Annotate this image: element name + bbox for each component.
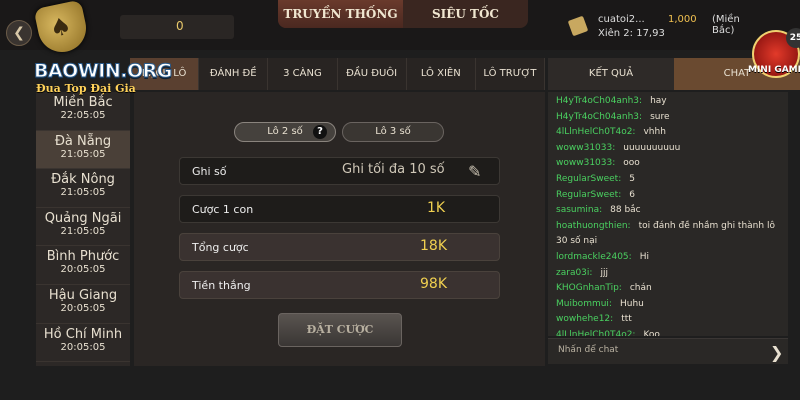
chat-text: sure bbox=[650, 111, 670, 122]
region-sidebar: Miền Bắc 22:05:05 Đà Nẵng 21:05:05 Đắk Nôn… bbox=[36, 92, 130, 366]
chat-input[interactable]: Nhấn để chat ❯ bbox=[548, 338, 788, 364]
chat-message: zara03i: jjj bbox=[556, 266, 780, 282]
chat-message: woww31033: uuuuuuuuuu bbox=[556, 141, 780, 157]
region-item[interactable]: Đắk Nông 21:05:05 bbox=[36, 169, 130, 208]
account-info: cuatoi2... 1,000 (Miền Bắc) Xiên 2: 17,9… bbox=[566, 12, 746, 42]
mode-tabs: TRUYỀN THỐNG SIÊU TỐC bbox=[278, 0, 528, 28]
chat-message: Muibommui: Huhu bbox=[556, 297, 780, 313]
chat-text: vhhh bbox=[643, 127, 666, 138]
game-tabs: BẠCH LÔ ĐÁNH ĐỀ 3 CÀNG ĐẦU ĐUÔI LÔ XIÊN … bbox=[130, 58, 546, 90]
chat-text: Hi bbox=[639, 251, 649, 262]
region-item[interactable]: Quảng Ngãi 21:05:05 bbox=[36, 208, 130, 247]
chat-message: KHOGnhanTip: chán bbox=[556, 281, 780, 297]
chat-text: jjj bbox=[600, 267, 608, 278]
account-xien: Xiên 2: 17,93 bbox=[598, 28, 665, 39]
chat-message: woww31033: ooo bbox=[556, 156, 780, 172]
logo-shield-icon: ♠ bbox=[33, 0, 91, 57]
chat-text: ooo bbox=[623, 158, 640, 169]
chat-username: H4yTr4oCh04anh3: bbox=[556, 96, 643, 106]
chat-text: 5 bbox=[629, 173, 635, 184]
tab-lo-xien[interactable]: LÔ XIÊN bbox=[407, 58, 476, 90]
logo-tagline: Đua Top Đại Gia bbox=[36, 82, 136, 95]
chat-username: RegularSweet: bbox=[556, 173, 622, 184]
chat-message: H4yTr4oCh04anh3: sure bbox=[556, 110, 780, 126]
region-item[interactable]: Hậu Giang 20:05:05 bbox=[36, 285, 130, 324]
bottom-bar bbox=[0, 366, 800, 400]
chat-username: 4lLlnHelCh0T4o2: bbox=[556, 329, 636, 336]
chat-username: KHOGnhanTip: bbox=[556, 283, 622, 294]
chat-log[interactable]: H4yTr4oCh04anh3: hay H4yTr4oCh04anh3: sure 4… bbox=[548, 92, 788, 336]
chat-message: H4yTr4oCh04anh3: hay bbox=[556, 94, 780, 110]
chat-text: chán bbox=[629, 283, 652, 294]
chat-username: lordmackle2405: bbox=[556, 251, 632, 262]
minigame-badge: 25 bbox=[786, 28, 800, 48]
chat-message: sasumina: 88 bắc bbox=[556, 203, 780, 219]
chat-message: wowhehe12: ttt bbox=[556, 312, 780, 328]
place-bet-button[interactable]: ĐẶT CƯỢC bbox=[278, 313, 402, 347]
chat-message: lordmackle2405: Hi bbox=[556, 250, 780, 266]
chat-text: Koo bbox=[643, 329, 660, 336]
chat-text: Huhu bbox=[619, 298, 644, 309]
tab-sieu-toc[interactable]: SIÊU TỐC bbox=[403, 0, 528, 28]
region-item[interactable]: Đà Nẵng 21:05:05 bbox=[36, 130, 130, 170]
account-region: (Miền Bắc) bbox=[712, 14, 740, 36]
chat-username: zara03i: bbox=[556, 267, 593, 278]
chat-username: H4yTr4oCh04anh3: bbox=[556, 111, 643, 122]
send-icon[interactable]: ❯ bbox=[770, 343, 783, 362]
chat-text: 88 bắc bbox=[610, 205, 641, 216]
brand-logo: ♠ BAOWIN.ORG Đua Top Đại Gia bbox=[34, 0, 173, 95]
tab-truyen-thong[interactable]: TRUYỀN THỐNG bbox=[278, 0, 403, 28]
chat-message: RegularSweet: 5 bbox=[556, 172, 780, 188]
tab-ket-qua[interactable]: KẾT QUẢ bbox=[548, 58, 674, 90]
help-icon[interactable]: ? bbox=[313, 125, 327, 139]
account-username: cuatoi2... bbox=[598, 14, 645, 25]
lo-3-so-button[interactable]: Lô 3 số bbox=[342, 122, 444, 142]
chat-text: uuuuuuuuuu bbox=[623, 142, 681, 153]
ticket-icon bbox=[567, 15, 589, 37]
chat-message: RegularSweet: 6 bbox=[556, 188, 780, 204]
tab-dau-duoi[interactable]: ĐẦU ĐUÔI bbox=[338, 58, 407, 90]
minigame-label: MINI GAME bbox=[748, 65, 800, 75]
chat-username: wowhehe12: bbox=[556, 314, 614, 325]
back-button[interactable]: ❮ bbox=[6, 20, 32, 46]
chat-text: ttt bbox=[621, 314, 632, 325]
chat-message: hoathuongthien: toi đánh đề nhầm ghi thàn… bbox=[556, 219, 780, 250]
minigame-button[interactable]: MINI GAME 25 bbox=[748, 28, 800, 78]
region-item[interactable]: Hồ Chí Minh 20:05:05 bbox=[36, 324, 130, 363]
bet-amount-field[interactable]: Cược 1 con 1K bbox=[179, 195, 500, 223]
region-item[interactable]: Miền Bắc 22:05:05 bbox=[36, 92, 130, 131]
chat-placeholder: Nhấn để chat bbox=[558, 345, 619, 355]
chat-text: hay bbox=[650, 96, 667, 106]
chat-username: sasumina: bbox=[556, 205, 603, 216]
region-item[interactable]: Bình Phước 20:05:05 bbox=[36, 246, 130, 285]
number-input-field[interactable]: Ghi số Ghi tối đa 10 số ✎ bbox=[179, 157, 500, 185]
pencil-icon[interactable]: ✎ bbox=[468, 163, 486, 181]
win-amount-row: Tiền thắng 98K bbox=[179, 271, 500, 299]
account-balance: 1,000 bbox=[668, 14, 697, 25]
chat-username: Muibommui: bbox=[556, 298, 612, 309]
chat-username: hoathuongthien: bbox=[556, 220, 631, 231]
number-input-placeholder: Ghi tối đa 10 số bbox=[342, 162, 445, 177]
chat-message: 4lLlnHelCh0T4o2: vhhh bbox=[556, 125, 780, 141]
chevron-left-icon: ❮ bbox=[13, 25, 25, 41]
lo-2-so-button[interactable]: Lô 2 số ? bbox=[234, 122, 336, 142]
chat-username: RegularSweet: bbox=[556, 189, 622, 200]
logo-text: BAOWIN.ORG bbox=[34, 60, 173, 83]
tab-danh-de[interactable]: ĐÁNH ĐỀ bbox=[199, 58, 269, 90]
chat-username: woww31033: bbox=[556, 142, 616, 153]
chat-username: 4lLlnHelCh0T4o2: bbox=[556, 127, 636, 138]
tab-3-cang[interactable]: 3 CÀNG bbox=[268, 58, 338, 90]
chat-text: 6 bbox=[629, 189, 635, 200]
tab-lo-truot[interactable]: LÔ TRƯỢT bbox=[476, 58, 546, 90]
chat-username: woww31033: bbox=[556, 158, 616, 169]
total-bet-row: Tổng cược 18K bbox=[179, 233, 500, 261]
chat-message: 4lLlnHelCh0T4o2: Koo bbox=[556, 328, 780, 336]
